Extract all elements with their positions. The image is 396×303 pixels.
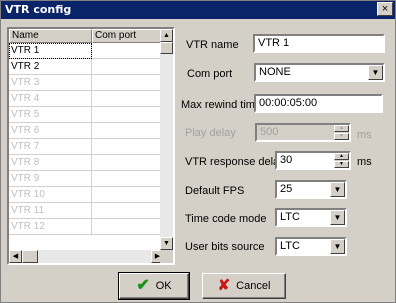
play-delay-spinner: 500 ▲ ▼ (255, 123, 351, 142)
time-code-mode-value: LTC (280, 211, 300, 223)
default-fps-label: Default FPS (185, 185, 245, 197)
row-com-port (92, 91, 164, 107)
row-name: VTR 10 (9, 187, 92, 203)
list-item-vtr-8[interactable]: VTR 8 (9, 155, 164, 171)
horizontal-scrollbar[interactable]: ◀ ▶ (9, 250, 164, 263)
chevron-down-icon[interactable]: ▼ (330, 210, 345, 225)
chevron-down-icon[interactable]: ▼ (330, 182, 345, 197)
row-com-port (92, 107, 164, 123)
vtr-response-delay-label: VTR response delay (185, 156, 285, 168)
vtr-response-delay-unit: ms (357, 156, 372, 168)
title-bar[interactable]: VTR config × (1, 1, 395, 19)
window-title: VTR config (5, 3, 72, 16)
vtr-name-input[interactable]: VTR 1 (253, 34, 385, 53)
spinner-arrows-icon[interactable]: ▲ ▼ (334, 153, 349, 168)
row-name: VTR 5 (9, 107, 92, 123)
row-com-port (92, 203, 164, 219)
close-button[interactable]: × (377, 2, 393, 16)
play-delay-label: Play delay (185, 127, 236, 139)
row-com-port (92, 75, 164, 91)
row-name: VTR 9 (9, 171, 92, 187)
vtr-response-delay-spinner[interactable]: 30 ▲ ▼ (275, 151, 351, 170)
scroll-down-icon[interactable]: ▼ (160, 237, 173, 250)
list-item-vtr-3[interactable]: VTR 3 (9, 75, 164, 91)
scroll-up-icon[interactable]: ▲ (160, 29, 173, 42)
list-item-vtr-2[interactable]: VTR 2 (9, 59, 164, 75)
max-rewind-time-label: Max rewind time (181, 99, 262, 111)
row-name: VTR 2 (9, 59, 92, 75)
vertical-scrollbar[interactable]: ▲ ▼ (160, 29, 173, 250)
horizontal-scroll-thumb[interactable] (22, 250, 38, 263)
user-bits-source-value: LTC (280, 240, 300, 252)
play-delay-unit: ms (357, 129, 372, 141)
row-name: VTR 8 (9, 155, 92, 171)
ok-button-label: OK (155, 280, 172, 292)
column-header-com-port[interactable]: Com port (92, 29, 164, 43)
list-item-vtr-9[interactable]: VTR 9 (9, 171, 164, 187)
scroll-left-icon[interactable]: ◀ (9, 250, 22, 263)
row-name: VTR 4 (9, 91, 92, 107)
chevron-down-icon[interactable]: ▼ (330, 239, 345, 254)
play-delay-value: 500 (260, 126, 279, 138)
row-name: VTR 3 (9, 75, 92, 91)
cancel-button[interactable]: ✘ Cancel (202, 273, 286, 299)
row-com-port (92, 123, 164, 139)
list-item-vtr-1[interactable]: VTR 1 (9, 43, 164, 59)
list-item-vtr-11[interactable]: VTR 11 (9, 203, 164, 219)
user-bits-source-label: User bits source (185, 241, 265, 253)
row-com-port (92, 219, 164, 235)
time-code-mode-label: Time code mode (185, 213, 267, 225)
checkmark-icon: ✔ (136, 277, 150, 294)
com-port-select[interactable]: NONE ▼ (254, 63, 385, 82)
default-fps-value: 25 (280, 183, 293, 195)
list-item-vtr-6[interactable]: VTR 6 (9, 123, 164, 139)
vtr-list[interactable]: Name Com port VTR 1 VTR 2 VTR 3 VTR 4 VT… (7, 27, 175, 265)
spinner-arrows-icon: ▲ ▼ (334, 125, 349, 140)
list-item-vtr-5[interactable]: VTR 5 (9, 107, 164, 123)
vtr-config-window: VTR config × Name Com port VTR 1 VTR 2 V… (0, 0, 396, 303)
ok-button[interactable]: ✔ OK (118, 272, 190, 300)
com-port-label: Com port (187, 68, 233, 80)
row-com-port (92, 139, 164, 155)
list-item-vtr-4[interactable]: VTR 4 (9, 91, 164, 107)
chevron-down-icon[interactable]: ▼ (368, 65, 383, 80)
row-name: VTR 11 (9, 203, 92, 219)
vtr-name-label: VTR name (186, 39, 239, 51)
com-port-value: NONE (259, 66, 291, 78)
list-item-vtr-12[interactable]: VTR 12 (9, 219, 164, 235)
list-item-vtr-7[interactable]: VTR 7 (9, 139, 164, 155)
cancel-button-label: Cancel (236, 280, 271, 292)
time-code-mode-select[interactable]: LTC ▼ (275, 208, 347, 227)
vertical-scroll-thumb[interactable] (160, 42, 173, 54)
default-fps-select[interactable]: 25 ▼ (275, 180, 347, 199)
row-com-port (92, 59, 164, 75)
row-com-port (92, 43, 164, 59)
list-item-vtr-10[interactable]: VTR 10 (9, 187, 164, 203)
x-icon: ✘ (217, 277, 231, 294)
scrollbar-corner (160, 250, 173, 263)
row-name: VTR 12 (9, 219, 92, 235)
list-rows: VTR 1 VTR 2 VTR 3 VTR 4 VTR 5 VTR 6 VTR … (9, 43, 164, 235)
row-com-port (92, 187, 164, 203)
row-name: VTR 1 (9, 43, 92, 59)
list-header: Name Com port (9, 29, 164, 43)
column-header-name[interactable]: Name (9, 29, 92, 43)
row-com-port (92, 155, 164, 171)
row-com-port (92, 171, 164, 187)
max-rewind-time-input[interactable]: 00:00:05:00 (254, 94, 383, 113)
user-bits-source-select[interactable]: LTC ▼ (275, 237, 347, 256)
row-name: VTR 7 (9, 139, 92, 155)
vtr-response-delay-value: 30 (280, 154, 293, 166)
row-name: VTR 6 (9, 123, 92, 139)
